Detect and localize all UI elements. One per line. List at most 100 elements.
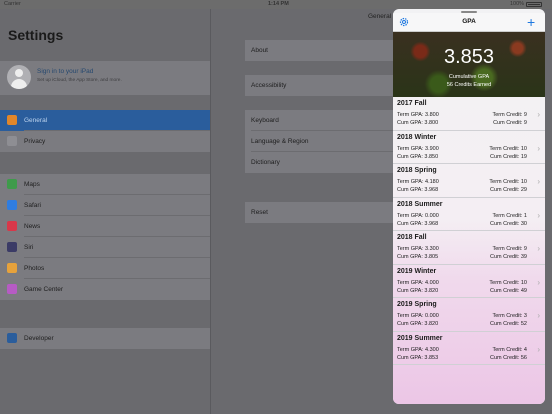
term-name: 2018 Winter <box>397 133 437 141</box>
term-row[interactable]: 2018 Fall Term GPA: 3.300 Cum GPA: 3.805 Te… <box>393 231 545 265</box>
cum-gpa: Cum GPA: 3.800 <box>397 120 439 126</box>
sidebar-item-label: Maps <box>24 181 40 188</box>
cum-gpa: Cum GPA: 3.820 <box>397 321 439 327</box>
sidebar-item-developer[interactable]: Developer <box>0 328 210 349</box>
cum-credit: Cum Credit: 52 <box>490 321 527 327</box>
battery-icon <box>526 2 542 7</box>
term-credit: Term Credit: 10 <box>489 279 527 286</box>
sidebar-item-label: General <box>24 117 48 124</box>
term-row[interactable]: 2019 Summer Term GPA: 4.300 Cum GPA: 3.853… <box>393 332 545 365</box>
sidebar-item-label: Siri <box>24 244 34 251</box>
settings-sidebar: Settings Sign in to your iPad Set up iCl… <box>0 9 211 414</box>
game-center-icon <box>7 284 17 294</box>
term-name: 2019 Spring <box>397 301 437 308</box>
hammer-icon <box>7 333 17 343</box>
cum-gpa: Cum GPA: 3.850 <box>397 153 439 160</box>
detail-nav-title: General <box>368 13 392 20</box>
term-name: 2018 Fall <box>397 234 427 241</box>
sidebar-item-label: Developer <box>24 335 54 342</box>
news-icon <box>7 221 17 231</box>
chevron-right-icon: › <box>537 143 540 153</box>
cum-credit: Cum Credit: 49 <box>490 287 527 294</box>
cum-credit: Cum Credit: 30 <box>490 220 527 227</box>
sidebar-item-label: Safari <box>24 202 41 209</box>
add-term-button[interactable]: + <box>527 13 535 31</box>
term-credit: Term Credit: 10 <box>489 145 527 152</box>
sidebar-group: General Privacy <box>0 110 210 152</box>
account-sign-in[interactable]: Sign in to your iPad Set up iCloud, the … <box>0 61 210 95</box>
term-name: 2018 Summer <box>397 200 443 208</box>
sidebar-item-label: Privacy <box>24 138 46 145</box>
sidebar-item-photos[interactable]: Photos <box>0 258 210 279</box>
sign-in-link[interactable]: Sign in to your iPad <box>37 68 93 75</box>
status-bar: Carrier 1:14 PM 100% <box>0 0 552 9</box>
gpa-slide-over: GPA + 3.853 Cumulative GPA 56 Credits Ea… <box>393 9 545 404</box>
term-list: 2017 Fall Term GPA: 3.800 Cum GPA: 3.800 Te… <box>393 97 545 404</box>
chevron-right-icon: › <box>537 110 540 119</box>
sidebar-group: Developer <box>0 328 210 349</box>
cum-credit: Cum Credit: 56 <box>490 354 527 361</box>
cumulative-gpa-label: Cumulative GPA <box>448 74 490 80</box>
chevron-right-icon: › <box>537 244 540 253</box>
term-credit: Term Credit: 3 <box>492 313 527 319</box>
settings-row-label: Dictionary <box>251 159 280 166</box>
chevron-right-icon: › <box>537 277 540 287</box>
term-name: 2017 Fall <box>397 100 427 107</box>
term-gpa: Term GPA: 3.800 <box>397 112 439 118</box>
compass-icon <box>7 200 17 210</box>
term-credit: Term Credit: 1 <box>492 212 527 219</box>
settings-row-label: About <box>251 47 268 54</box>
sidebar-item-label: News <box>24 223 41 230</box>
sidebar-item-label: Game Center <box>24 286 64 293</box>
cum-credit: Cum Credit: 39 <box>490 254 527 260</box>
term-gpa: Term GPA: 0.000 <box>397 212 439 219</box>
avatar <box>7 65 31 89</box>
gear-icon <box>7 115 17 125</box>
term-gpa: Term GPA: 3.300 <box>397 246 439 252</box>
gpa-nav-bar: GPA + <box>393 13 545 32</box>
term-row[interactable]: 2018 Spring Term GPA: 4.180 Cum GPA: 3.968… <box>393 164 545 198</box>
term-gpa: Term GPA: 0.000 <box>397 313 439 319</box>
chevron-right-icon: › <box>537 210 540 220</box>
sidebar-item-news[interactable]: News <box>0 216 210 237</box>
term-name: 2019 Summer <box>397 334 443 342</box>
battery-percent: 100% <box>510 1 525 7</box>
credits-earned-label: 56 Credits Earned <box>446 82 492 88</box>
hand-icon <box>7 136 17 146</box>
sidebar-item-label: Photos <box>24 265 45 272</box>
cum-gpa: Cum GPA: 3.805 <box>397 254 439 260</box>
cum-gpa: Cum GPA: 3.820 <box>397 287 439 294</box>
sidebar-item-general[interactable]: General <box>0 110 210 131</box>
term-credit: Term Credit: 10 <box>489 179 527 185</box>
cum-credit: Cum Credit: 29 <box>490 187 527 193</box>
settings-row-label: Language & Region <box>251 138 309 145</box>
settings-row-label: Keyboard <box>251 117 279 124</box>
term-row[interactable]: 2018 Summer Term GPA: 0.000 Cum GPA: 3.968… <box>393 198 545 231</box>
map-icon <box>7 179 17 189</box>
term-credit: Term Credit: 9 <box>492 246 527 252</box>
term-row[interactable]: 2018 Winter Term GPA: 3.900 Cum GPA: 3.850… <box>393 131 545 164</box>
sidebar-item-privacy[interactable]: Privacy <box>0 131 210 152</box>
sidebar-item-maps[interactable]: Maps <box>0 174 210 195</box>
cumulative-gpa-value: 3.853 <box>443 46 495 68</box>
sidebar-group: Maps Safari News Siri Photos Game Center <box>0 174 210 300</box>
cum-gpa: Cum GPA: 3.968 <box>397 220 439 227</box>
siri-icon <box>7 242 17 252</box>
sidebar-item-game-center[interactable]: Game Center <box>0 279 210 300</box>
gpa-title: GPA <box>462 18 476 25</box>
term-credit: Term Credit: 9 <box>492 112 527 118</box>
term-row[interactable]: 2017 Fall Term GPA: 3.800 Cum GPA: 3.800 Te… <box>393 97 545 131</box>
sign-in-subtitle: Set up iCloud, the App Store, and more. <box>37 78 122 83</box>
term-gpa: Term GPA: 4.300 <box>397 346 439 353</box>
term-row[interactable]: 2019 Spring Term GPA: 0.000 Cum GPA: 3.820… <box>393 298 545 332</box>
term-row[interactable]: 2019 Winter Term GPA: 4.000 Cum GPA: 3.820… <box>393 265 545 298</box>
sidebar-item-safari[interactable]: Safari <box>0 195 210 216</box>
sidebar-item-siri[interactable]: Siri <box>0 237 210 258</box>
cum-gpa: Cum GPA: 3.853 <box>397 354 439 361</box>
cum-gpa: Cum GPA: 3.968 <box>397 187 439 193</box>
term-credit: Term Credit: 4 <box>492 346 527 353</box>
cum-credit: Cum Credit: 19 <box>490 153 527 160</box>
carrier-label: Carrier <box>4 1 21 7</box>
settings-row-label: Reset <box>251 209 268 216</box>
term-gpa: Term GPA: 4.180 <box>397 179 439 185</box>
